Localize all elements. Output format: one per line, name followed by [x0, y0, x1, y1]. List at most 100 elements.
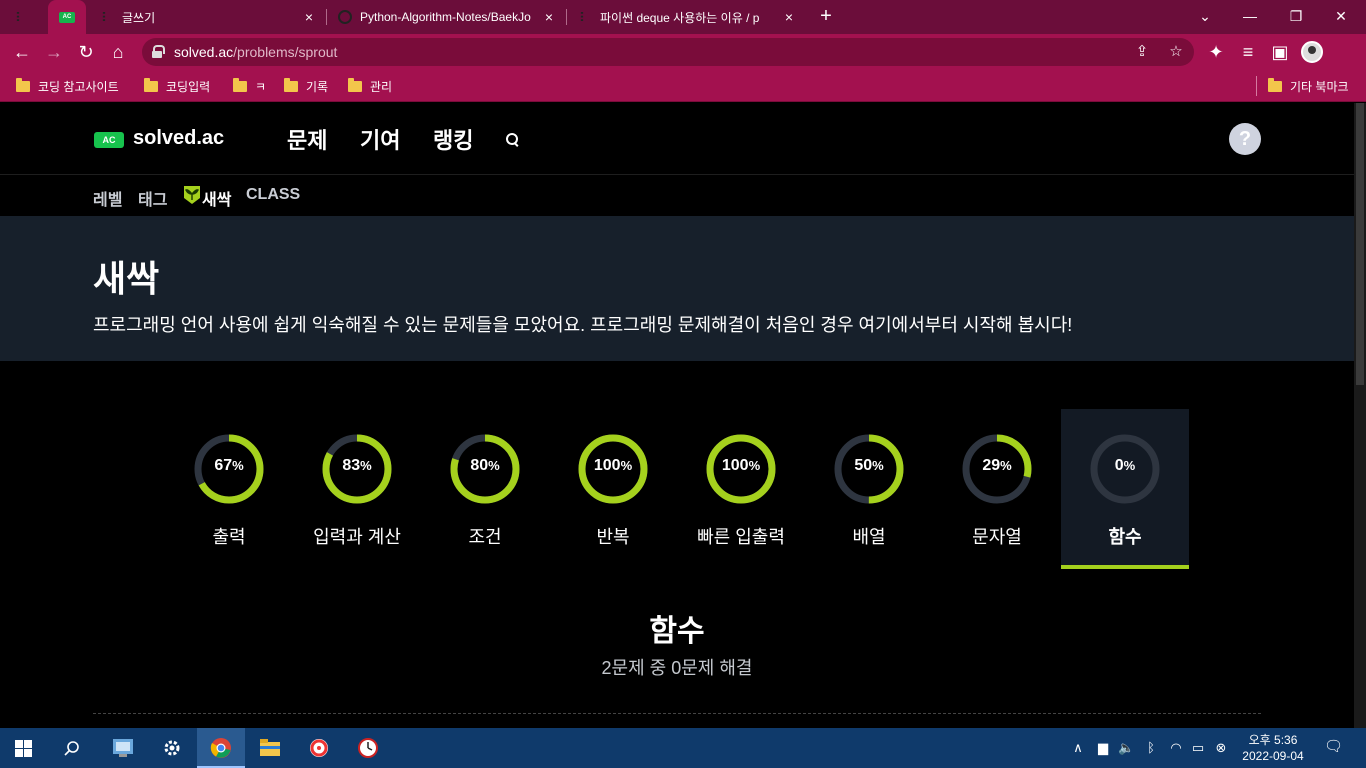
section-title: 함수	[649, 615, 705, 648]
taskbar-app[interactable]	[295, 728, 343, 768]
category-label: 반복	[596, 527, 630, 547]
subnav-sprout[interactable]: 새싹	[202, 186, 231, 210]
site-header: AC solved.ac 문제 기여 랭킹 ?	[0, 103, 1354, 175]
nav-problems[interactable]: 문제	[287, 123, 327, 155]
folder-icon	[144, 77, 158, 92]
tab-title: 파이썬 deque 사용하는 이유 / p	[600, 10, 760, 25]
nav-ranking[interactable]: 랭킹	[433, 123, 473, 155]
search-icon[interactable]	[506, 133, 519, 146]
logo-badge[interactable]: AC	[94, 132, 124, 148]
bookmark-star-icon[interactable]: ☆	[1166, 42, 1186, 62]
notification-icon[interactable]: 🗨	[1324, 739, 1343, 757]
nav-contribute[interactable]: 기여	[360, 123, 400, 155]
tab-solvedac[interactable]: AC	[48, 0, 86, 34]
category-label: 함수	[1108, 527, 1142, 547]
bookmark-label: 코딩 참고사이트	[38, 79, 119, 94]
bookmark-folder[interactable]: 관리	[348, 77, 392, 95]
category-label: 문자열	[972, 527, 1022, 547]
category-card[interactable]: 29% 문자열	[933, 409, 1061, 569]
taskbar-app[interactable]	[148, 728, 196, 768]
tab-close-icon[interactable]: ×	[542, 10, 556, 24]
volume-icon[interactable]: 🔈	[1118, 740, 1134, 756]
lock-icon	[152, 45, 165, 58]
subnav-class[interactable]: CLASS	[246, 186, 300, 204]
bookmark-folder[interactable]: 코딩 참고사이트	[16, 77, 119, 95]
folder-icon	[348, 77, 362, 92]
hero-banner: 새싹 프로그래밍 언어 사용에 쉽게 익숙해질 수 있는 문제들을 모았어요. …	[0, 216, 1354, 361]
tab-write[interactable]: ⵗ 글쓰기 ×	[96, 0, 322, 34]
subnav-level[interactable]: 레벨	[93, 186, 122, 210]
tab-separator	[326, 9, 327, 25]
scroll-thumb[interactable]	[1356, 103, 1364, 385]
profile-avatar[interactable]	[1301, 41, 1323, 63]
progress-percent: 29%	[982, 457, 1012, 474]
bookmark-folder[interactable]: ㅋ	[233, 77, 266, 95]
windows-start-icon[interactable]	[15, 740, 32, 757]
home-icon[interactable]: ⌂	[107, 41, 129, 63]
tab-deque[interactable]: ⵗ 파이썬 deque 사용하는 이유 / p ×	[574, 0, 802, 34]
logo-text[interactable]: solved.ac	[133, 127, 224, 150]
restore-button[interactable]: ❐	[1286, 6, 1306, 26]
taskbar-app[interactable]	[99, 728, 147, 768]
category-card[interactable]: 0% 함수	[1061, 409, 1189, 569]
taskbar-app[interactable]	[246, 728, 294, 768]
category-label: 조건	[468, 527, 502, 547]
taskbar-app[interactable]	[344, 728, 392, 768]
tab-tistory[interactable]: ⵗ	[10, 0, 46, 34]
reload-icon[interactable]: ↻	[75, 41, 97, 63]
tab-title: 글쓰기	[122, 10, 156, 25]
show-hidden-icons[interactable]: ∧	[1070, 740, 1086, 756]
status-x-icon[interactable]: ⊗	[1213, 740, 1229, 756]
file-explorer-icon	[260, 739, 280, 756]
close-window-button[interactable]: ✕	[1331, 6, 1351, 26]
bookmark-folder[interactable]: 코딩입력	[144, 77, 210, 95]
other-bookmarks[interactable]: 기타 북마크	[1268, 77, 1349, 95]
minimize-button[interactable]: —	[1240, 6, 1260, 26]
bookmark-folder[interactable]: 기록	[284, 77, 328, 95]
battery-icon[interactable]: ▭	[1190, 740, 1206, 756]
tab-separator	[566, 9, 567, 25]
bookmark-label: 기록	[306, 79, 329, 94]
chat-icon[interactable]: ▆	[1095, 740, 1111, 756]
bluetooth-icon[interactable]: ᛒ	[1143, 740, 1159, 756]
bookmark-label: 코딩입력	[166, 79, 211, 94]
tab-close-icon[interactable]: ×	[782, 10, 796, 24]
tistory-icon: ⵗ	[101, 10, 107, 24]
side-panel-icon[interactable]: ▣	[1269, 41, 1291, 63]
tab-close-icon[interactable]: ×	[302, 10, 316, 24]
back-icon[interactable]: ←	[11, 41, 33, 63]
tistory-icon: ⵗ	[15, 10, 21, 24]
tab-github[interactable]: Python-Algorithm-Notes/BaekJo ×	[334, 0, 562, 34]
progress-percent: 0%	[1114, 457, 1136, 474]
category-card[interactable]: 100% 빠른 입출력	[677, 409, 805, 569]
network-icon[interactable]: ◠	[1168, 740, 1184, 756]
category-card[interactable]: 67% 출력	[165, 409, 293, 569]
tab-search-icon[interactable]: ⌄	[1195, 6, 1215, 26]
taskbar-date[interactable]: 2022-09-04	[1236, 749, 1310, 763]
extensions-icon[interactable]: ✦	[1205, 41, 1227, 63]
new-tab-button[interactable]: +	[816, 6, 836, 26]
bookmarks-bar: 코딩 참고사이트 코딩입력 ㅋ 기록 관리 기타 북마크	[0, 70, 1366, 102]
share-icon[interactable]: ⇪	[1132, 42, 1152, 62]
category-card[interactable]: 100% 반복	[549, 409, 677, 569]
category-label: 출력	[212, 527, 246, 547]
taskbar-app-chrome[interactable]	[197, 728, 245, 768]
category-card[interactable]: 50% 배열	[805, 409, 933, 569]
category-label: 빠른 입출력	[697, 527, 785, 547]
taskbar-time[interactable]: 오후 5:36	[1236, 731, 1310, 748]
clock-app-icon	[358, 738, 378, 758]
address-bar[interactable]: solved.ac/problems/sprout ⇪ ☆	[142, 38, 1194, 66]
help-button[interactable]: ?	[1229, 123, 1261, 155]
folder-icon	[233, 77, 247, 92]
forward-icon[interactable]: →	[43, 41, 65, 63]
windows-taskbar: ∧ ▆ 🔈 ᛒ ◠ ▭ ⊗ 오후 5:36 2022-09-04 🗨	[0, 728, 1366, 768]
progress-percent: 83%	[342, 457, 372, 474]
category-card[interactable]: 80% 조건	[421, 409, 549, 569]
tistory-icon: ⵗ	[579, 10, 585, 24]
subnav-tag[interactable]: 태그	[138, 186, 167, 210]
search-icon[interactable]	[64, 740, 80, 756]
scrollbar[interactable]	[1354, 103, 1366, 728]
category-card[interactable]: 83% 입력과 계산	[293, 409, 421, 569]
tab-title: Python-Algorithm-Notes/BaekJo	[360, 10, 531, 24]
media-icon[interactable]: ≡	[1237, 41, 1259, 63]
